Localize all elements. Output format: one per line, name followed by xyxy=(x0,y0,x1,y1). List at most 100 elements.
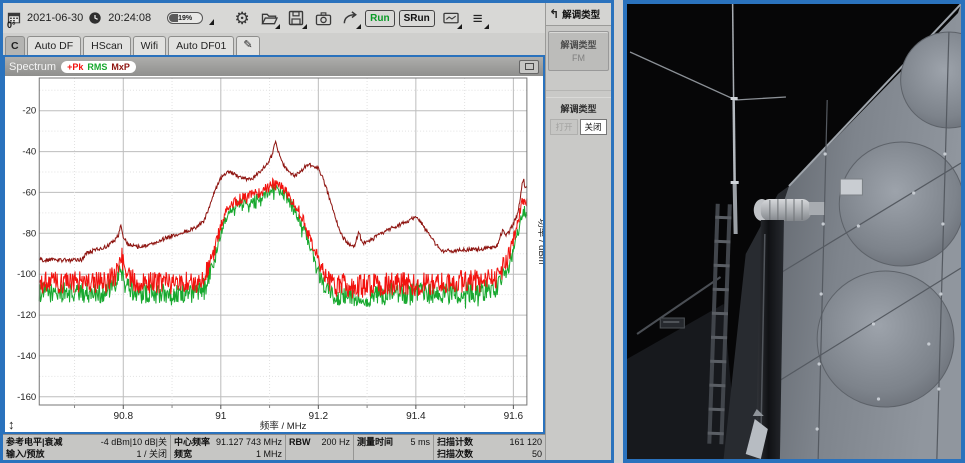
camera-icon xyxy=(315,11,332,26)
run-button[interactable]: Run xyxy=(365,10,394,27)
tab-wifi[interactable]: Wifi xyxy=(133,36,167,55)
ref-level-label: 参考电平|衰减 xyxy=(6,436,63,447)
date-text: 2021-06-30 xyxy=(27,12,83,24)
clock-icon xyxy=(87,7,103,29)
maximize-button[interactable] xyxy=(519,60,539,74)
demod-type-label: 解调类型 xyxy=(549,38,608,51)
time-display: 20:24:08 xyxy=(87,7,151,29)
foil-connector xyxy=(809,202,824,215)
srun-button[interactable]: SRun xyxy=(399,10,435,27)
svg-text:-100: -100 xyxy=(17,269,36,280)
trace-legend: +Pk RMS MxP xyxy=(61,61,136,73)
bearing-readout: 0° xyxy=(7,20,16,30)
open-file-button[interactable] xyxy=(257,7,281,29)
legend-maxpeak[interactable]: MxP xyxy=(111,62,130,72)
demod-type-button[interactable]: 解调类型 FM xyxy=(548,31,609,71)
toggle-on-button[interactable]: 打开 xyxy=(550,119,577,135)
replay-button[interactable] xyxy=(338,7,362,29)
spectrum-chart-area[interactable]: -20-40-60-80-100-120-140-16090.89191.291… xyxy=(5,76,543,432)
legend-rms[interactable]: RMS xyxy=(87,62,107,72)
battery-percent: 19% xyxy=(178,15,192,22)
maximize-icon xyxy=(525,63,534,70)
tab-strip: C Auto DF HScan Wifi Auto DF01 ✎ xyxy=(3,33,545,55)
trace-RMS xyxy=(39,184,527,308)
span-label: 频宽 xyxy=(174,448,192,459)
toolbar: 2021-06-30 20:24:08 19% 0° ⚙ xyxy=(3,3,545,33)
battery-flyout-icon[interactable] xyxy=(209,19,214,25)
status-reflevel-cell[interactable]: 参考电平|衰减-4 dBm|10 dB|关 输入/预放1 / 关闭 xyxy=(3,435,170,460)
wall-junction-box xyxy=(840,179,862,195)
sweep-number-value: 50 xyxy=(528,449,542,459)
sweep-number-label: 扫描次数 xyxy=(437,448,473,459)
photo-antenna-night xyxy=(623,0,965,463)
center-freq-value: 91.127 743 MHz xyxy=(212,437,282,447)
status-rbw-cell[interactable]: RBW200 Hz xyxy=(285,435,353,460)
toggle-off-button[interactable]: 关闭 xyxy=(580,119,607,135)
settings-button[interactable]: ⚙ xyxy=(230,7,254,29)
spectrum-titlebar: Spectrum +Pk RMS MxP xyxy=(5,57,543,76)
meas-time-label: 测量时间 xyxy=(357,436,393,447)
svg-text:-120: -120 xyxy=(17,310,36,321)
sidebar-header: ↰ 解调类型 xyxy=(546,3,611,26)
status-frequency-cell[interactable]: 中心频率91.127 743 MHz 频宽 1 MHz xyxy=(170,435,285,460)
tab-hscan[interactable]: HScan xyxy=(83,36,131,55)
gear-icon: ⚙ xyxy=(234,10,249,27)
trace-MxP xyxy=(39,141,527,262)
save-button[interactable] xyxy=(284,7,308,29)
antenna-mast-top xyxy=(733,4,734,100)
date-display: 2021-06-30 xyxy=(6,7,83,29)
demod-toggle-group: 解调类型 打开 关闭 xyxy=(546,97,611,135)
back-icon[interactable]: ↰ xyxy=(549,7,559,21)
antenna-mast-base xyxy=(735,184,736,234)
svg-text:91.6: 91.6 xyxy=(504,411,524,422)
demod-toggle-label: 解调类型 xyxy=(546,102,611,115)
display-layout-button[interactable] xyxy=(439,7,463,29)
svg-text:91.4: 91.4 xyxy=(406,411,426,422)
sweep-count-value: 161 120 xyxy=(505,437,542,447)
floppy-save-icon xyxy=(288,10,304,26)
pencil-icon: ✎ xyxy=(243,39,252,51)
tab-auto-df01[interactable]: Auto DF01 xyxy=(168,36,234,55)
svg-text:91.2: 91.2 xyxy=(309,411,329,422)
demod-type-value: FM xyxy=(549,53,608,63)
redo-arrow-icon xyxy=(342,10,359,26)
sidebar-title: 解调类型 xyxy=(562,7,600,21)
svg-text:-60: -60 xyxy=(22,187,36,198)
analyzer-main-column: 2021-06-30 20:24:08 19% 0° ⚙ xyxy=(3,3,545,460)
battery-icon: 19% xyxy=(167,12,203,24)
svg-text:-160: -160 xyxy=(17,392,36,403)
svg-text:-80: -80 xyxy=(22,228,36,239)
screenshot-button[interactable] xyxy=(311,7,335,29)
tab-c[interactable]: C xyxy=(5,36,25,55)
sweep-count-label: 扫描计数 xyxy=(437,436,473,447)
analyzer-window: 2021-06-30 20:24:08 19% 0° ⚙ xyxy=(0,0,614,463)
rbw-value: 200 Hz xyxy=(317,437,350,447)
photo-graphic xyxy=(627,4,961,459)
spectrum-title: Spectrum xyxy=(9,61,56,73)
ref-level-value: -4 dBm|10 dB|关 xyxy=(97,436,167,447)
svg-text:-20: -20 xyxy=(22,106,36,117)
spectrum-panel: Spectrum +Pk RMS MxP -20-40-60-80-100-12… xyxy=(3,55,545,434)
demod-sidebar: ↰ 解调类型 解调类型 FM 解调类型 打开 关闭 xyxy=(545,3,611,460)
y-axis-scale-control[interactable]: ↕ xyxy=(8,418,15,431)
hamburger-icon: ≡ xyxy=(473,10,483,27)
span-value: 1 MHz xyxy=(252,449,282,459)
main-menu-button[interactable]: ≡ xyxy=(466,7,490,29)
battery-indicator: 19% xyxy=(167,12,203,24)
small-sign xyxy=(660,318,684,328)
x-axis-label: 频率 / MHz xyxy=(260,420,307,432)
meas-time-value: 5 ms xyxy=(406,437,430,447)
status-bar: 参考电平|衰减-4 dBm|10 dB|关 输入/预放1 / 关闭 中心频率91… xyxy=(3,434,545,460)
folder-open-icon xyxy=(261,11,278,26)
status-meastime-cell[interactable]: 测量时间 5 ms xyxy=(353,435,433,460)
demod-toggle-row: 打开 关闭 xyxy=(546,119,611,135)
status-sweep-cell[interactable]: 扫描计数 161 120 扫描次数 50 xyxy=(433,435,545,460)
battery-fill xyxy=(169,14,178,22)
tab-auto-df[interactable]: Auto DF xyxy=(27,36,82,55)
tank-dome xyxy=(817,271,954,407)
spectrum-chart[interactable]: -20-40-60-80-100-120-140-16090.89191.291… xyxy=(5,76,543,432)
legend-peak[interactable]: +Pk xyxy=(67,62,83,72)
tab-edit[interactable]: ✎ xyxy=(236,36,259,55)
center-freq-label: 中心频率 xyxy=(174,436,210,447)
mast-collar xyxy=(731,97,738,100)
